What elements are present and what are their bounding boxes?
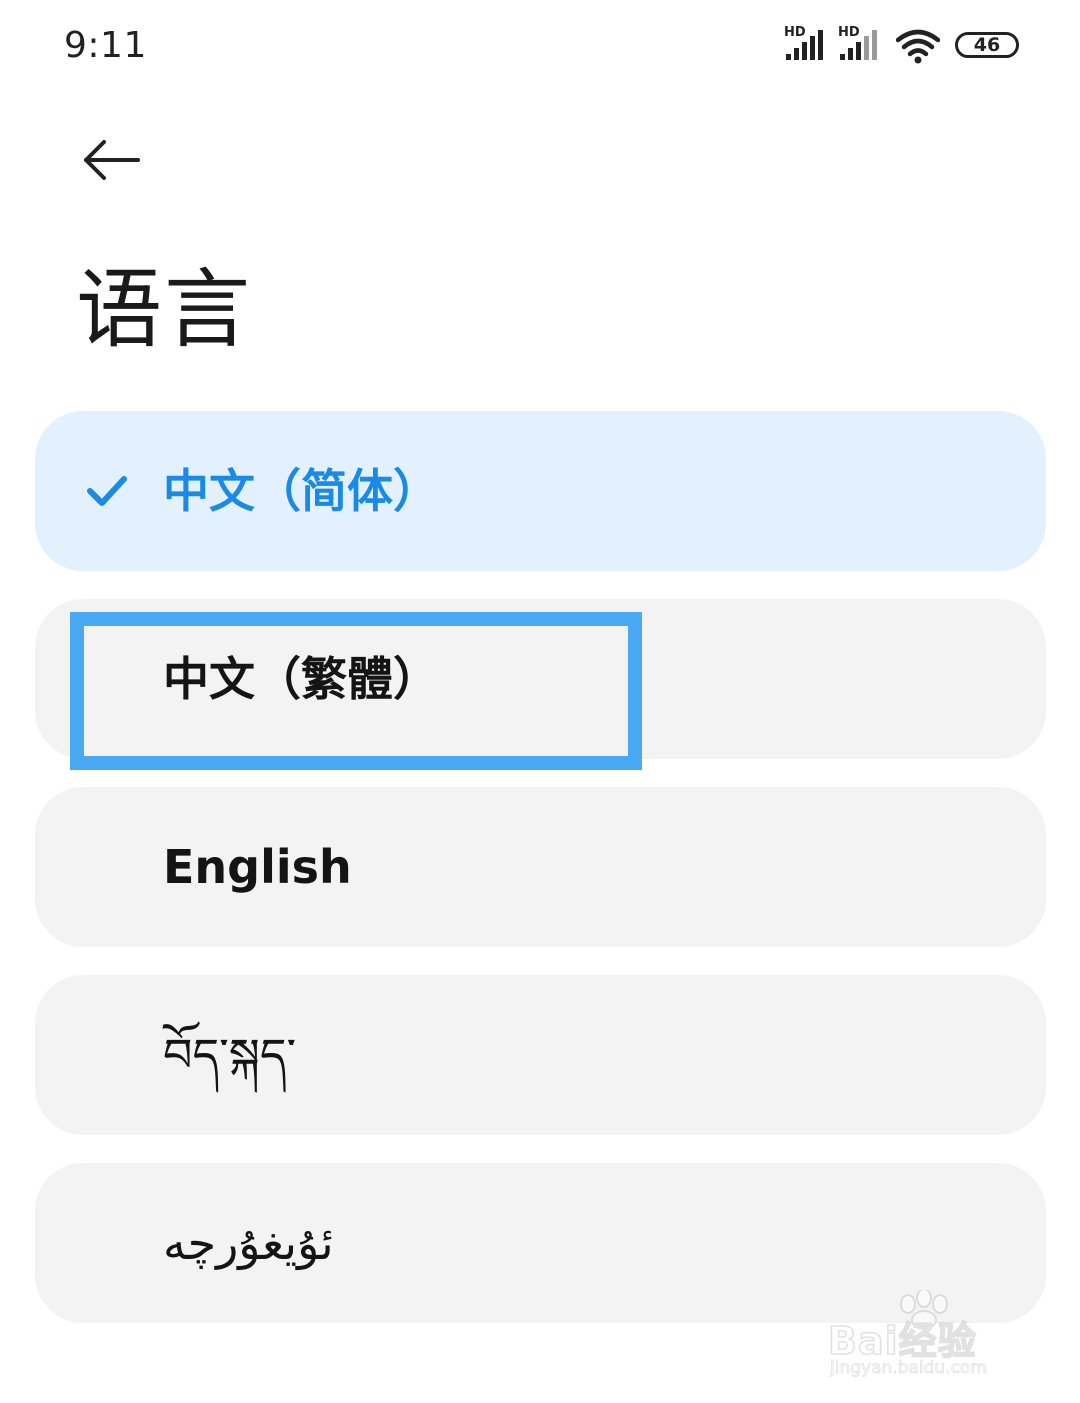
language-item-tibetan[interactable]: བོད་སྐད་ bbox=[35, 975, 1046, 1135]
language-label: 中文（繁體） bbox=[163, 652, 439, 706]
watermark-url: jingyan.baidu.com bbox=[830, 1358, 988, 1379]
back-button[interactable] bbox=[74, 128, 150, 192]
language-label: བོད་སྐད་ bbox=[163, 1028, 297, 1082]
status-time: 9:11 bbox=[64, 25, 147, 66]
language-item-zh-hans[interactable]: 中文（简体） bbox=[35, 411, 1046, 571]
language-item-english[interactable]: English bbox=[35, 787, 1046, 947]
baidu-watermark: Bai经验 jingyan.baidu.com bbox=[827, 1290, 1028, 1380]
language-label: 中文（简体） bbox=[163, 464, 439, 518]
back-arrow-icon bbox=[84, 140, 140, 180]
language-label: English bbox=[163, 840, 352, 894]
page-title: 语言 bbox=[76, 260, 252, 360]
wifi-icon bbox=[895, 28, 941, 64]
status-bar: 9:11 HD HD 46 bbox=[0, 0, 1080, 92]
battery-icon: 46 bbox=[955, 32, 1019, 58]
watermark-brand: Bai经验 bbox=[827, 1318, 977, 1364]
language-label: ئۇيغۇرچە bbox=[163, 1216, 334, 1270]
signal-1-icon: HD bbox=[784, 26, 830, 62]
language-list: 中文（简体） 中文（繁體） English བོད་སྐད་ ئۇيغۇرچە bbox=[35, 411, 1046, 1351]
check-icon bbox=[87, 476, 127, 506]
language-item-zh-hant[interactable]: 中文（繁體） bbox=[35, 599, 1046, 759]
signal-2-icon: HD bbox=[838, 26, 884, 62]
